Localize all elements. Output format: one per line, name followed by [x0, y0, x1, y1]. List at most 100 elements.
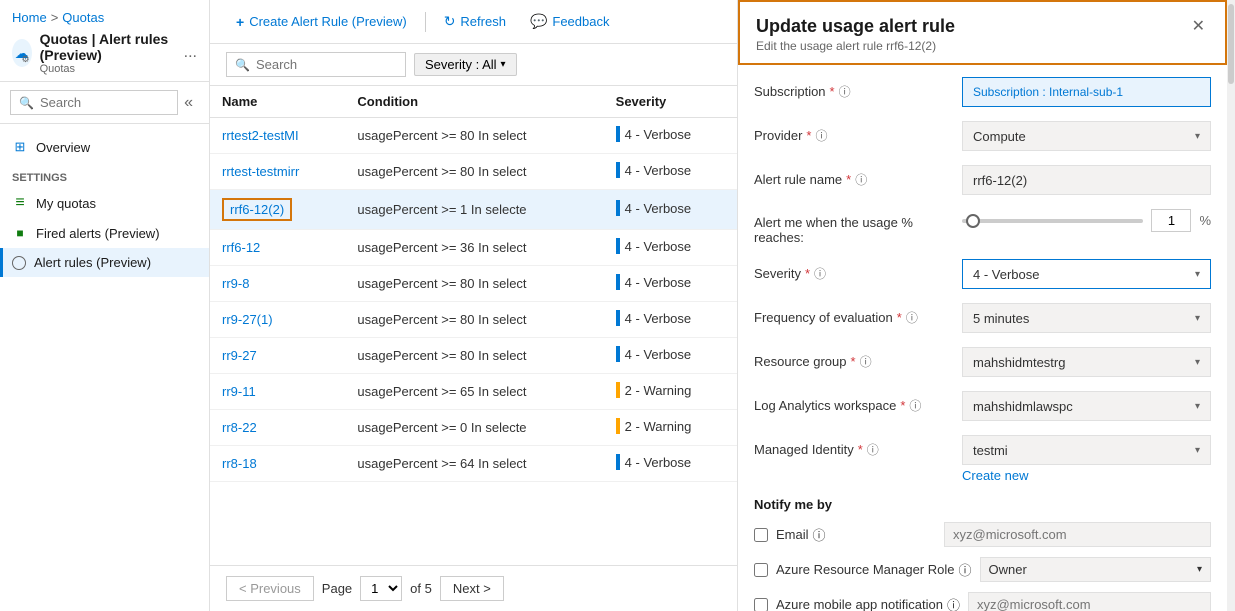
sidebar-item-overview[interactable]: ⊞ Overview	[0, 132, 209, 162]
table-row[interactable]: rr9-8usagePercent >= 80 In select4 - Ver…	[210, 266, 737, 302]
cell-condition: usagePercent >= 1 In selecte	[345, 190, 603, 230]
frequency-dropdown[interactable]: 5 minutes ▾	[962, 303, 1211, 333]
email-checkbox[interactable]	[754, 528, 768, 542]
alert-rule-name-row: Alert rule name * ⓘ rrf6-12(2)	[754, 165, 1211, 195]
severity-info-icon[interactable]: ⓘ	[814, 265, 826, 282]
severity-text: 4 - Verbose	[625, 201, 692, 216]
table-row[interactable]: rrtest2-testMIusagePercent >= 80 In sele…	[210, 118, 737, 154]
severity-dot-icon	[616, 200, 620, 216]
arm-role-value: Owner	[989, 562, 1027, 577]
cell-name: rr8-18	[210, 446, 345, 482]
app-info: Quotas | Alert rules (Preview) Quotas	[40, 31, 176, 75]
table-row[interactable]: rr9-27usagePercent >= 80 In select4 - Ve…	[210, 338, 737, 374]
slider-row: 1 %	[962, 209, 1211, 232]
right-panel: Update usage alert rule Edit the usage a…	[737, 0, 1227, 611]
pagination: < Previous Page 1 2 3 4 5 of 5 Next >	[210, 565, 737, 611]
right-panel-scrollbar[interactable]	[1227, 0, 1235, 611]
resource-group-value: mahshidmtestrg	[973, 355, 1065, 370]
email-input[interactable]	[944, 522, 1211, 547]
cell-condition: usagePercent >= 36 In select	[345, 230, 603, 266]
managed-identity-info-icon[interactable]: ⓘ	[867, 441, 879, 458]
alert-rule-name-info-icon[interactable]: ⓘ	[855, 171, 867, 188]
provider-dropdown[interactable]: Compute ▾	[962, 121, 1211, 151]
subscription-info-icon[interactable]: ⓘ	[839, 83, 851, 100]
row-name-link[interactable]: rrtest2-testMI	[222, 128, 299, 143]
alert-rule-name-value: rrf6-12(2)	[962, 165, 1211, 195]
log-analytics-dropdown[interactable]: mahshidmlawspc ▾	[962, 391, 1211, 421]
email-info-icon[interactable]: ⓘ	[813, 525, 826, 544]
arm-role-checkbox[interactable]	[754, 563, 768, 577]
panel-close-button[interactable]: ✕	[1188, 16, 1209, 36]
mobile-info-icon[interactable]: ⓘ	[947, 595, 960, 611]
severity-dot-icon	[616, 162, 620, 178]
row-name-link[interactable]: rr9-8	[222, 276, 249, 291]
row-name-link[interactable]: rr9-27	[222, 348, 257, 363]
resource-group-row: Resource group * ⓘ mahshidmtestrg ▾	[754, 347, 1211, 377]
cell-name: rrtest-testmirr	[210, 154, 345, 190]
table-row[interactable]: rr9-27(1)usagePercent >= 80 In select4 -…	[210, 302, 737, 338]
page-select[interactable]: 1 2 3 4 5	[360, 576, 402, 601]
table-row[interactable]: rrf6-12(2)usagePercent >= 1 In selecte4 …	[210, 190, 737, 230]
mobile-checkbox[interactable]	[754, 598, 768, 611]
app-title: Quotas | Alert rules (Preview)	[40, 31, 176, 63]
severity-badge: 2 - Warning	[616, 382, 692, 398]
table-row[interactable]: rrf6-12 usagePercent >= 36 In select 4 - V…	[210, 230, 737, 266]
sidebar-search-input[interactable]	[40, 95, 169, 110]
col-severity: Severity	[604, 86, 737, 118]
severity-dot-icon	[616, 454, 620, 470]
app-icon: ☁ ⚙	[12, 39, 32, 67]
log-analytics-chevron-icon: ▾	[1195, 401, 1200, 412]
severity-dot-icon	[616, 418, 620, 434]
breadcrumb-home[interactable]: Home	[12, 10, 47, 25]
arm-role-info-icon[interactable]: ⓘ	[958, 560, 971, 579]
table-search-input[interactable]	[256, 57, 397, 72]
arm-role-dropdown[interactable]: Owner ▾	[980, 557, 1212, 582]
row-name-link[interactable]: rrtest-testmirr	[222, 164, 299, 179]
more-options-icon[interactable]: ...	[184, 44, 197, 62]
severity-text: 4 - Verbose	[625, 239, 692, 254]
row-name-link[interactable]: rr8-18	[222, 456, 257, 471]
sidebar-item-my-quotas[interactable]: ≡ My quotas	[0, 188, 209, 218]
sidebar-item-alert-rules[interactable]: Alert rules (Preview)	[0, 248, 209, 277]
row-name-link[interactable]: rrf6-12	[222, 240, 260, 255]
create-new-link[interactable]: Create new	[962, 468, 1028, 483]
table-row[interactable]: rr8-18usagePercent >= 64 In select4 - Ve…	[210, 446, 737, 482]
fired-alerts-icon: ■	[12, 225, 28, 241]
toolbar-separator	[425, 12, 426, 32]
create-alert-rule-button[interactable]: + Create Alert Rule (Preview)	[226, 9, 417, 35]
severity-dropdown[interactable]: 4 - Verbose ▾	[962, 259, 1211, 289]
mobile-notify-row: Azure mobile app notification ⓘ	[754, 592, 1211, 611]
panel-body: Subscription * ⓘ Subscription : Internal…	[738, 65, 1227, 611]
mobile-input[interactable]	[968, 592, 1211, 611]
table-row[interactable]: rr8-22usagePercent >= 0 In selecte2 - Wa…	[210, 410, 737, 446]
plus-icon: +	[236, 14, 244, 30]
row-name-link[interactable]: rr9-11	[222, 384, 256, 399]
next-page-button[interactable]: Next >	[440, 576, 504, 601]
prev-page-button[interactable]: < Previous	[226, 576, 314, 601]
severity-value: 4 - Verbose	[973, 267, 1040, 282]
sidebar-item-fired-alerts[interactable]: ■ Fired alerts (Preview)	[0, 218, 209, 248]
sidebar-collapse-button[interactable]: «	[178, 92, 199, 114]
severity-filter-button[interactable]: Severity : All ▾	[414, 53, 517, 76]
sidebar-search-box: 🔍	[10, 90, 178, 115]
breadcrumb-quotas[interactable]: Quotas	[62, 10, 104, 25]
resource-group-dropdown[interactable]: mahshidmtestrg ▾	[962, 347, 1211, 377]
gear-icon: ⚙	[21, 54, 29, 65]
frequency-info-icon[interactable]: ⓘ	[906, 309, 918, 326]
table-row[interactable]: rr9-11usagePercent >= 65 In select2 - Wa…	[210, 374, 737, 410]
row-name-link[interactable]: rr8-22	[222, 420, 257, 435]
sidebar-nav: ⊞ Overview Settings ≡ My quotas ■ Fired …	[0, 124, 209, 285]
managed-identity-dropdown[interactable]: testmi ▾	[962, 435, 1211, 465]
feedback-button[interactable]: 💬 Feedback	[520, 8, 620, 35]
row-name-link[interactable]: rr9-27(1)	[222, 312, 273, 327]
resource-group-info-icon[interactable]: ⓘ	[860, 353, 872, 370]
arm-role-label: Azure Resource Manager Role ⓘ	[776, 560, 972, 579]
table-row[interactable]: rrtest-testmirrusagePercent >= 80 In sel…	[210, 154, 737, 190]
main-content: + Create Alert Rule (Preview) ↻ Refresh …	[210, 0, 737, 611]
slider-thumb[interactable]	[966, 214, 980, 228]
slider-value-input[interactable]: 1	[1151, 209, 1191, 232]
refresh-button[interactable]: ↻ Refresh	[434, 8, 516, 35]
slider-track[interactable]	[962, 219, 1143, 223]
log-analytics-info-icon[interactable]: ⓘ	[909, 397, 921, 414]
provider-info-icon[interactable]: ⓘ	[815, 127, 827, 144]
